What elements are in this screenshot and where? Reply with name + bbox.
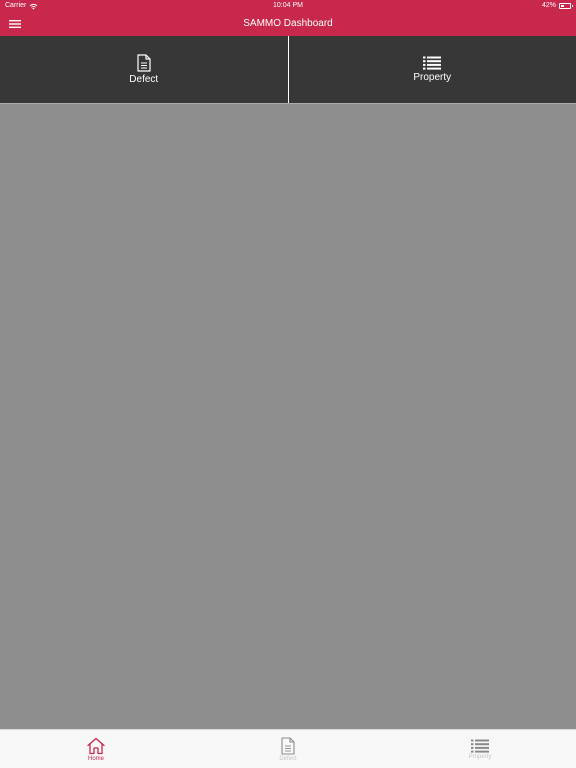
- tab-home-label: Home: [87, 755, 104, 762]
- status-right: 42%: [541, 0, 573, 12]
- tab-defect-label: Defect: [279, 755, 297, 762]
- list-icon: [471, 739, 489, 753]
- status-bar: Carrier 10:04 PM 42%: [0, 0, 576, 12]
- battery-percent: 42%: [541, 2, 556, 9]
- list-icon: [423, 56, 442, 70]
- defect-tile-label: Defect: [129, 74, 159, 85]
- document-icon: [137, 54, 151, 72]
- app-header: Carrier 10:04 PM 42% SAMMO Dashboard: [0, 0, 576, 36]
- status-time: 10:04 PM: [273, 2, 303, 9]
- dashboard-tiles: Defect Property: [0, 36, 576, 103]
- nav-bar: SAMMO Dashboard: [0, 12, 576, 36]
- tab-bar: Home Defect Property: [0, 729, 576, 768]
- battery-fill: [561, 5, 565, 7]
- document-icon: [281, 736, 295, 755]
- tab-property-label: Property: [468, 753, 492, 760]
- menu-button[interactable]: [8, 17, 22, 31]
- page-title: SAMMO Dashboard: [243, 18, 333, 29]
- hamburger-menu-icon: [9, 20, 21, 28]
- property-tile-label: Property: [413, 72, 452, 83]
- tab-home[interactable]: Home: [0, 730, 192, 768]
- tab-property[interactable]: Property: [384, 730, 576, 768]
- tab-defect[interactable]: Defect: [192, 730, 384, 768]
- home-icon: [87, 737, 105, 754]
- battery-icon: [559, 3, 573, 9]
- property-tile[interactable]: Property: [287, 36, 576, 103]
- defect-tile[interactable]: Defect: [0, 36, 288, 103]
- dashboard-content: [0, 104, 576, 729]
